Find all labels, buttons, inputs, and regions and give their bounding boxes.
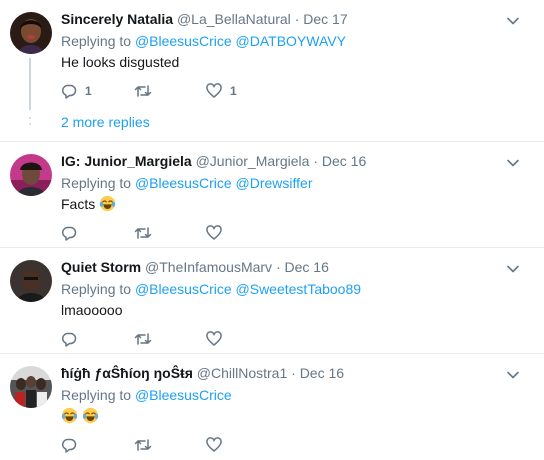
mention-link[interactable]: @BleesusCrice	[135, 175, 232, 191]
replying-to-label: Replying to	[61, 175, 132, 191]
user-handle[interactable]: @TheInfamousMarv	[145, 259, 272, 275]
display-name[interactable]: ħíġħ ƒαŜħíοŋ ŋοŜŧя	[61, 365, 193, 381]
tweet-text: He looks disgusted	[61, 54, 180, 70]
replying-to: Replying to @BleesusCrice	[61, 386, 232, 404]
more-replies-link[interactable]: 2 more replies	[61, 114, 150, 130]
replying-to-label: Replying to	[61, 281, 132, 297]
reply-icon	[62, 84, 77, 99]
mention-link[interactable]: @BleesusCrice	[135, 281, 232, 297]
like-count: 1	[230, 84, 237, 98]
separator-dot: ·	[313, 153, 318, 169]
replying-to: Replying to @BleesusCrice @SweetestTaboo…	[61, 280, 361, 298]
reply-button[interactable]	[61, 436, 85, 454]
avatar[interactable]	[10, 366, 52, 408]
mention-link[interactable]: @BleesusCrice	[135, 33, 232, 49]
retweet-button[interactable]	[134, 224, 160, 242]
replying-to: Replying to @BleesusCrice @DATBOYWAVY	[61, 32, 346, 50]
tweet-header: IG: Junior_Margiela @Junior_Margiela · D…	[61, 152, 366, 170]
retweet-button[interactable]	[134, 436, 160, 454]
reply-icon	[62, 438, 77, 453]
retweet-icon	[134, 227, 152, 239]
reply-icon	[62, 226, 77, 241]
like-button[interactable]	[206, 436, 230, 454]
retweet-icon	[134, 85, 152, 97]
mention-link[interactable]: @BleesusCrice	[135, 387, 232, 403]
like-button[interactable]: 1	[206, 82, 237, 100]
tweet-1[interactable]: Sincerely Natalia @La_BellaNatural · Dec…	[0, 0, 544, 140]
user-handle[interactable]: @La_BellaNatural	[177, 11, 291, 27]
separator-dot: ·	[294, 11, 300, 27]
tweet-date[interactable]: Dec 17	[303, 11, 347, 27]
face-with-tears-of-joy-emoji	[61, 407, 78, 424]
retweet-icon	[134, 333, 152, 345]
user-handle[interactable]: @Junior_Margiela	[196, 153, 310, 169]
like-button[interactable]	[206, 330, 230, 348]
reply-count: 1	[85, 84, 92, 98]
thread-dots	[27, 117, 33, 129]
thread-line	[29, 58, 31, 110]
replying-to: Replying to @BleesusCrice @Drewsiffer	[61, 174, 312, 192]
tweet-header: Quiet Storm @TheInfamousMarv · Dec 16	[61, 258, 329, 276]
retweet-icon	[134, 439, 152, 451]
retweet-button[interactable]	[134, 330, 160, 348]
display-name[interactable]: IG: Junior_Margiela	[61, 153, 192, 169]
chevron-down-icon[interactable]	[506, 156, 520, 170]
tweet-text	[61, 407, 103, 425]
heart-icon	[206, 83, 222, 98]
replying-to-label: Replying to	[61, 33, 132, 49]
user-handle[interactable]: @ChillNostra1	[197, 365, 287, 381]
heart-icon	[206, 225, 222, 240]
display-name[interactable]: Quiet Storm	[61, 259, 141, 275]
tweet-text-content: Facts	[61, 196, 96, 212]
tweet-date[interactable]: Dec 16	[285, 259, 329, 275]
face-with-tears-of-joy-emoji	[82, 407, 99, 424]
tweet-header: ħíġħ ƒαŜħíοŋ ŋοŜŧя @ChillNostra1 · Dec 1…	[61, 364, 344, 382]
reply-button[interactable]: 1	[61, 82, 92, 100]
tweet-2[interactable]: IG: Junior_Margiela @Junior_Margiela · D…	[0, 142, 544, 247]
avatar[interactable]	[10, 260, 52, 302]
heart-icon	[206, 331, 222, 346]
avatar[interactable]	[10, 154, 52, 196]
mention-link[interactable]: @DATBOYWAVY	[236, 33, 346, 49]
mention-link[interactable]: @SweetestTaboo89	[236, 281, 362, 297]
tweet-header: Sincerely Natalia @La_BellaNatural · Dec…	[61, 10, 348, 28]
tweet-4[interactable]: ħíġħ ƒαŜħíοŋ ŋοŜŧя @ChillNostra1 · Dec 1…	[0, 354, 544, 460]
reply-button[interactable]	[61, 330, 85, 348]
tweet-text: lmaooooo	[61, 302, 123, 318]
retweet-button[interactable]	[134, 82, 160, 100]
replying-to-label: Replying to	[61, 387, 132, 403]
chevron-down-icon[interactable]	[506, 262, 520, 276]
separator-dot: ·	[275, 259, 281, 275]
separator-dot: ·	[291, 365, 296, 381]
mention-link[interactable]: @Drewsiffer	[236, 175, 313, 191]
avatar[interactable]	[10, 12, 52, 54]
tweet-date[interactable]: Dec 16	[300, 365, 344, 381]
tweet-date[interactable]: Dec 16	[322, 153, 366, 169]
display-name[interactable]: Sincerely Natalia	[61, 11, 173, 27]
reply-button[interactable]	[61, 224, 85, 242]
heart-icon	[206, 437, 222, 452]
like-button[interactable]	[206, 224, 230, 242]
reply-icon	[62, 332, 77, 347]
chevron-down-icon[interactable]	[506, 14, 520, 28]
face-with-tears-of-joy-emoji	[99, 195, 116, 212]
chevron-down-icon[interactable]	[506, 368, 520, 382]
tweet-3[interactable]: Quiet Storm @TheInfamousMarv · Dec 16 Re…	[0, 248, 544, 353]
tweet-text: Facts	[61, 195, 120, 213]
